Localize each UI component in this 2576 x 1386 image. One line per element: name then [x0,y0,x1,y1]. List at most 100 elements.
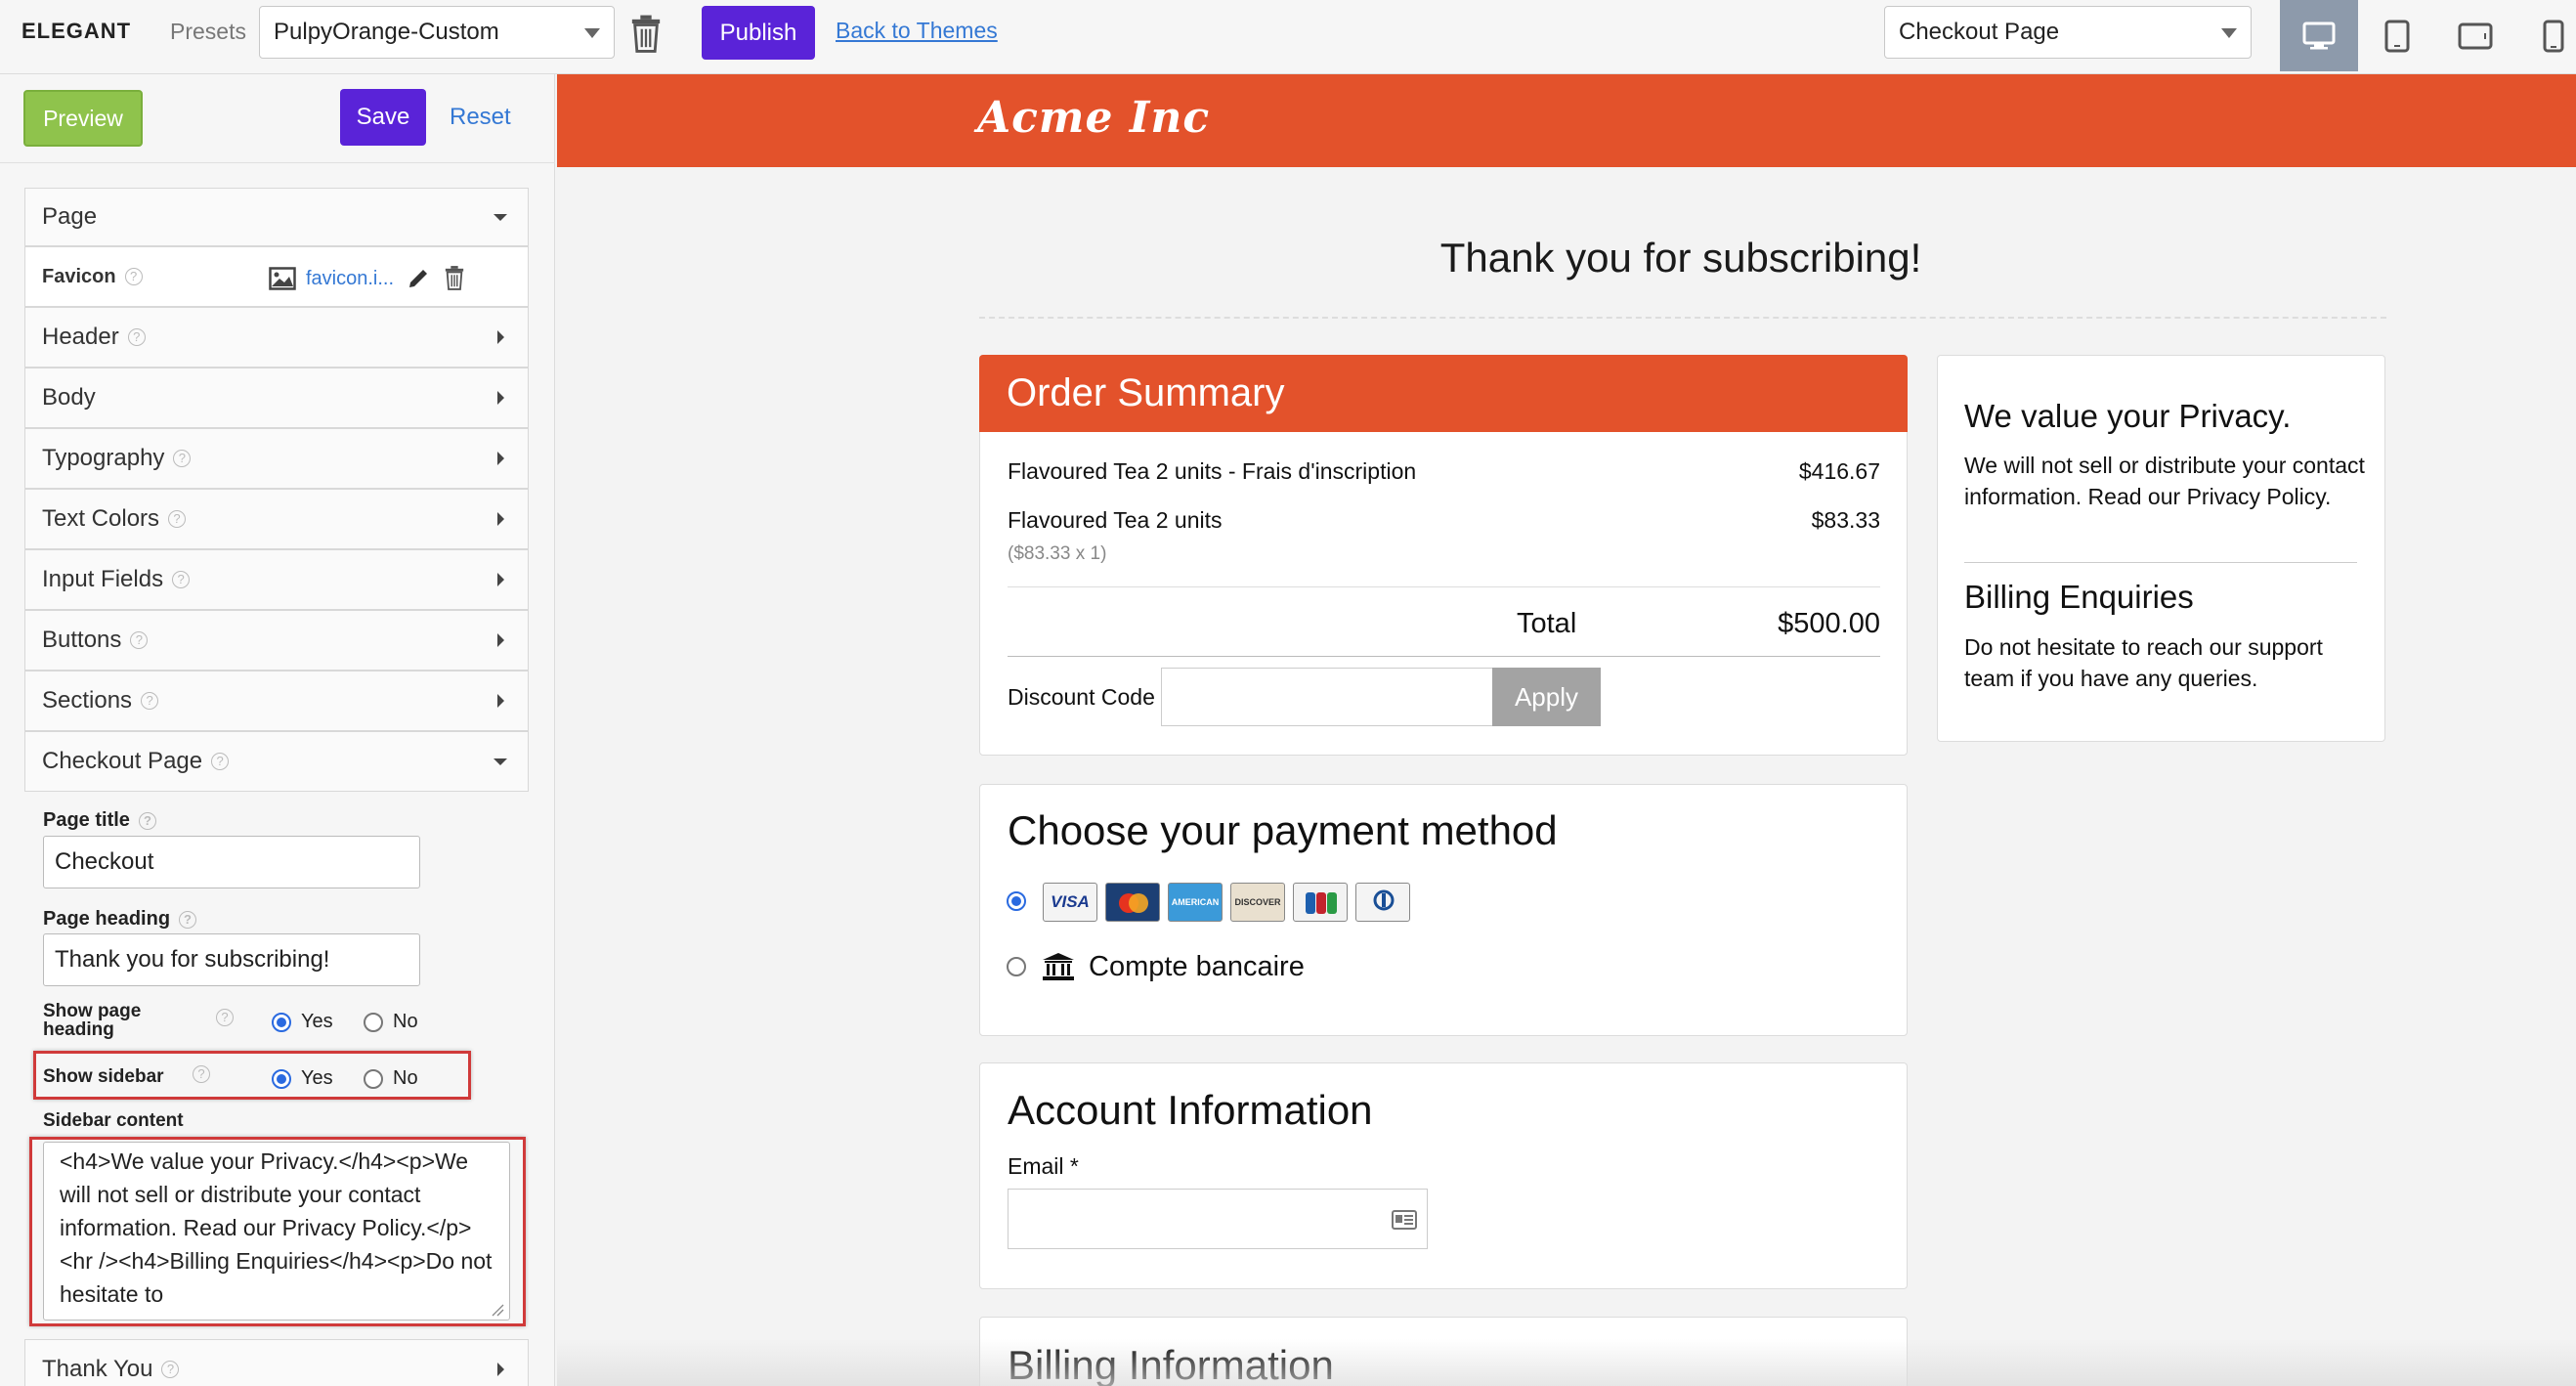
chevron-right-icon [497,330,504,344]
page-title-input[interactable]: Checkout [43,836,420,888]
chevron-down-icon [494,758,507,765]
email-label: Email * [1008,1153,1079,1179]
section-label: Page [42,203,98,230]
section-thank-you[interactable]: Thank You? [24,1339,529,1386]
chevron-down-icon [584,28,600,38]
divider [0,162,555,163]
help-icon[interactable]: ? [130,631,149,649]
show-heading-yes[interactable]: Yes [272,1011,333,1033]
help-icon[interactable]: ? [161,1361,180,1378]
discount-label: Discount Code [1008,684,1155,710]
radio-yes-label: Yes [301,1011,333,1032]
payment-bank-radio[interactable] [1007,957,1026,976]
page-heading-label: Page heading? [43,908,197,931]
chevron-right-icon [497,512,504,526]
sidebar-content-label: Sidebar content [43,1110,184,1131]
label-text: Page heading [43,908,171,930]
image-icon [269,267,296,290]
sidebar-content-textarea[interactable]: <h4>We value your Privacy.</h4><p>We wil… [43,1142,510,1321]
chevron-down-icon [2221,28,2237,38]
preset-select-value: PulpyOrange-Custom [274,19,499,45]
save-button[interactable]: Save [340,89,426,146]
section-input-fields[interactable]: Input Fields? [24,549,529,610]
help-icon[interactable]: ? [138,811,156,830]
chevron-right-icon [497,633,504,647]
section-text-colors[interactable]: Text Colors? [24,489,529,549]
payment-card-radio[interactable] [1007,891,1026,911]
radio-yes-checked[interactable] [272,1068,291,1089]
radio-no[interactable] [364,1068,383,1089]
section-buttons[interactable]: Buttons? [24,610,529,671]
pencil-icon[interactable] [407,267,430,290]
discount-code-input[interactable] [1161,668,1493,726]
desktop-icon[interactable] [2280,0,2358,71]
show-sidebar-no[interactable]: No [364,1067,418,1090]
help-icon[interactable]: ? [193,1065,210,1083]
email-input[interactable] [1008,1189,1428,1249]
back-to-themes-link[interactable]: Back to Themes [836,18,998,44]
divider [1008,586,1880,587]
account-title: Account Information [1008,1087,1373,1133]
section-checkout-page[interactable]: Checkout Page? [24,731,529,792]
tablet-portrait-icon[interactable] [2358,0,2436,71]
resize-handle-icon[interactable] [491,1303,504,1317]
diners-icon [1355,883,1410,922]
page-select-value: Checkout Page [1899,19,2060,45]
card-text: VISA [1051,892,1090,911]
show-sidebar-label: Show sidebar [43,1066,164,1088]
section-page[interactable]: Page [24,188,529,246]
radio-yes-checked[interactable] [272,1012,291,1032]
help-icon[interactable]: ? [173,450,192,467]
trash-icon[interactable] [444,265,465,290]
show-heading-no[interactable]: No [364,1011,418,1033]
radio-no[interactable] [364,1012,383,1032]
section-typography[interactable]: Typography? [24,428,529,489]
page-select[interactable]: Checkout Page [1884,6,2252,59]
order-item-price: $416.67 [1798,458,1880,484]
section-header[interactable]: Header? [24,307,529,368]
payment-title: Choose your payment method [1008,807,1558,853]
chevron-right-icon [497,694,504,708]
radio-no-label: No [393,1067,418,1089]
sidebar-heading: We value your Privacy. [1964,398,2292,434]
section-label: Typography [42,445,165,471]
section-label: Sections [42,687,133,714]
input-value: Checkout [55,848,154,875]
discover-icon: DISCOVER [1230,883,1285,922]
section-label: Header [42,324,119,350]
page-heading-input[interactable]: Thank you for subscribing! [43,933,420,986]
divider [1008,656,1880,657]
preview-button[interactable]: Preview [23,90,143,147]
publish-button[interactable]: Publish [702,6,815,60]
chevron-right-icon [497,452,504,465]
preset-select[interactable]: PulpyOrange-Custom [259,6,615,59]
favicon-file-link[interactable]: favicon.i... [306,268,394,290]
section-label: Buttons [42,627,122,653]
help-icon[interactable]: ? [141,692,159,710]
apply-button[interactable]: Apply [1492,668,1601,726]
help-icon[interactable]: ? [168,510,187,528]
show-sidebar-yes[interactable]: Yes [272,1067,333,1090]
help-icon[interactable]: ? [179,910,197,929]
section-sections[interactable]: Sections? [24,671,529,731]
help-icon[interactable]: ? [124,268,143,285]
section-body[interactable]: Body [24,368,529,428]
help-icon[interactable]: ? [127,328,146,346]
help-icon[interactable]: ? [216,1009,234,1026]
billing-title: Billing Information [1008,1342,1334,1386]
radio-no-label: No [393,1011,418,1032]
sidebar-paragraph: Do not hesitate to reach our support tea… [1964,634,2323,691]
reset-link[interactable]: Reset [450,104,511,131]
help-icon[interactable]: ? [211,753,230,770]
tablet-landscape-icon[interactable] [2436,0,2514,71]
trash-icon[interactable] [629,14,663,53]
bank-icon [1043,953,1074,980]
amex-icon: AMERICAN [1168,883,1223,922]
chevron-right-icon [497,573,504,586]
help-icon[interactable]: ? [172,571,191,588]
divider [1964,562,2357,563]
label-text: Show sidebar [43,1066,164,1087]
section-label: Input Fields [42,566,164,592]
order-item-sub: ($83.33 x 1) [1008,543,1107,564]
mobile-icon[interactable] [2514,0,2576,71]
